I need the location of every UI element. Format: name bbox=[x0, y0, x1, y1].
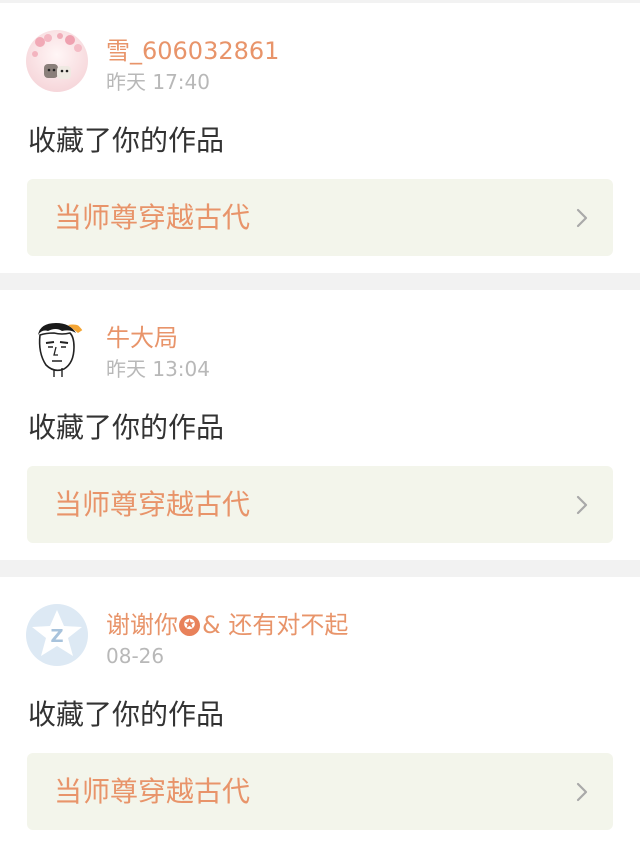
work-link[interactable]: 当师尊穿越古代 bbox=[27, 466, 613, 543]
notification-header: Z 谢谢你 ✪ & 还有对不起 08-26 bbox=[26, 604, 348, 670]
notification-item: Z 谢谢你 ✪ & 还有对不起 08-26 收藏了你的作品 当师尊穿越古代 bbox=[0, 577, 640, 847]
work-title: 当师尊穿越古代 bbox=[54, 774, 251, 808]
work-title: 当师尊穿越古代 bbox=[54, 200, 251, 234]
notification-item: 雪_606032861 昨天 17:40 收藏了你的作品 当师尊穿越古代 bbox=[0, 3, 640, 273]
action-text: 收藏了你的作品 bbox=[28, 411, 225, 444]
notification-item: 牛大局 昨天 13:04 收藏了你的作品 当师尊穿越古代 bbox=[0, 290, 640, 560]
timestamp: 昨天 17:40 bbox=[106, 70, 210, 94]
user-meta: 谢谢你 ✪ & 还有对不起 08-26 bbox=[106, 604, 348, 670]
work-link[interactable]: 当师尊穿越古代 bbox=[27, 179, 613, 256]
divider bbox=[0, 273, 640, 290]
username[interactable]: 雪_606032861 bbox=[106, 34, 279, 68]
user-meta: 牛大局 昨天 13:04 bbox=[106, 317, 210, 383]
username[interactable]: 谢谢你 ✪ & 还有对不起 bbox=[106, 608, 348, 642]
notification-feed: 雪_606032861 昨天 17:40 收藏了你的作品 当师尊穿越古代 牛大局… bbox=[0, 0, 640, 847]
action-text: 收藏了你的作品 bbox=[28, 124, 225, 157]
work-link[interactable]: 当师尊穿越古代 bbox=[27, 753, 613, 830]
username-part: & 还有对不起 bbox=[202, 611, 349, 639]
chevron-right-icon bbox=[576, 495, 588, 514]
timestamp: 08-26 bbox=[106, 644, 165, 668]
username[interactable]: 牛大局 bbox=[106, 321, 210, 355]
avatar[interactable]: Z bbox=[26, 604, 88, 666]
user-meta: 雪_606032861 昨天 17:40 bbox=[106, 30, 279, 96]
timestamp: 昨天 13:04 bbox=[106, 357, 210, 381]
username-part: 谢谢你 bbox=[106, 611, 178, 639]
star-badge-icon: ✪ bbox=[179, 614, 200, 636]
work-title: 当师尊穿越古代 bbox=[54, 487, 251, 521]
avatar[interactable] bbox=[26, 30, 88, 92]
chevron-right-icon bbox=[576, 782, 588, 801]
action-text: 收藏了你的作品 bbox=[28, 698, 225, 731]
divider bbox=[0, 560, 640, 577]
svg-text:Z: Z bbox=[50, 626, 63, 647]
notification-header: 雪_606032861 昨天 17:40 bbox=[26, 30, 279, 96]
notification-header: 牛大局 昨天 13:04 bbox=[26, 317, 210, 383]
chevron-right-icon bbox=[576, 208, 588, 227]
avatar[interactable] bbox=[26, 317, 88, 379]
